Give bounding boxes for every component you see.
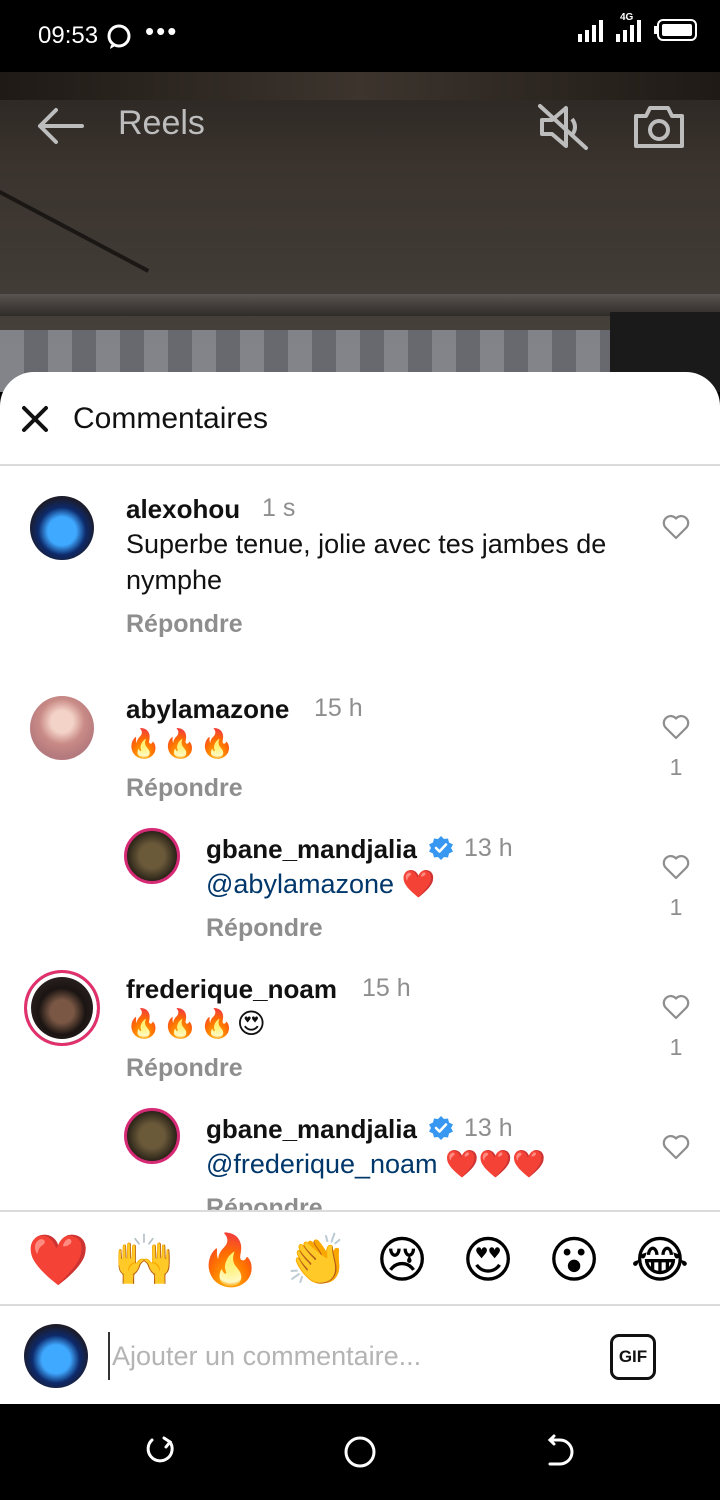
system-nav-bar bbox=[0, 1404, 720, 1500]
comment-text: @abylamazone ❤️ bbox=[206, 866, 435, 902]
avatar bbox=[24, 1324, 88, 1388]
comment-time: 13 h bbox=[464, 834, 513, 862]
close-icon[interactable] bbox=[18, 402, 52, 436]
comment-emoji: ❤️ bbox=[401, 869, 436, 899]
video-scenery bbox=[0, 175, 150, 273]
comment-input[interactable] bbox=[108, 1332, 578, 1380]
comment-text: Superbe tenue, jolie avec tes jambes de … bbox=[126, 526, 646, 598]
heart-icon[interactable] bbox=[662, 994, 690, 1020]
network-label: 4G bbox=[620, 12, 634, 23]
reply-button[interactable]: Répondre bbox=[126, 774, 243, 803]
comment-composer: GIF bbox=[0, 1308, 720, 1404]
comment-text: @frederique_noam ❤️❤️❤️ bbox=[206, 1146, 546, 1182]
avatar[interactable] bbox=[124, 1108, 180, 1164]
sheet-title: Commentaires bbox=[73, 402, 269, 435]
reaction-crying[interactable]: 😢 bbox=[372, 1230, 432, 1290]
heart-icon[interactable] bbox=[662, 854, 690, 880]
verified-badge-icon bbox=[428, 1115, 454, 1141]
reply-button[interactable]: Répondre bbox=[206, 1194, 323, 1210]
like-count: 1 bbox=[669, 1034, 683, 1060]
muted-speaker-icon[interactable] bbox=[536, 102, 590, 152]
camera-icon[interactable] bbox=[632, 104, 686, 150]
comment-time: 1 s bbox=[262, 494, 296, 522]
verified-badge-icon bbox=[428, 835, 454, 861]
sheet-header: Commentaires bbox=[0, 372, 720, 466]
comment-text-line: nymphe bbox=[126, 565, 223, 595]
mention-link[interactable]: @abylamazone bbox=[206, 869, 394, 899]
comment-username[interactable]: gbane_mandjalia bbox=[206, 834, 417, 865]
comment-item: abylamazone 15 h 🔥🔥🔥 Répondre 1 bbox=[0, 668, 720, 802]
like-count: 1 bbox=[669, 894, 683, 920]
battery-icon bbox=[654, 19, 698, 46]
comment-username[interactable]: frederique_noam bbox=[126, 974, 337, 1005]
quick-reactions-bar: ❤️ 🙌 🔥 👏 😢 😍 😮 😂 bbox=[0, 1210, 720, 1306]
comment-item: alexohou 1 s Superbe tenue, jolie avec t… bbox=[0, 468, 720, 668]
back-icon[interactable] bbox=[542, 1434, 578, 1470]
network-4g-icon: 4G bbox=[616, 12, 644, 47]
heart-icon[interactable] bbox=[662, 514, 690, 540]
chat-bubble-icon bbox=[106, 24, 132, 55]
reply-button[interactable]: Répondre bbox=[126, 610, 243, 639]
comment-time: 15 h bbox=[314, 694, 363, 722]
gif-button[interactable]: GIF bbox=[610, 1334, 656, 1380]
reaction-laughing[interactable]: 😂 bbox=[630, 1230, 690, 1290]
reaction-raised-hands[interactable]: 🙌 bbox=[113, 1230, 175, 1290]
comment-reply-item: gbane_mandjalia 13 h @frederique_noam ❤️… bbox=[0, 1088, 720, 1210]
mention-link[interactable]: @frederique_noam bbox=[206, 1149, 438, 1179]
comment-time: 15 h bbox=[362, 974, 411, 1002]
page-title: Reels bbox=[118, 104, 205, 142]
reaction-clap[interactable]: 👏 bbox=[286, 1230, 348, 1290]
comment-text: 🔥🔥🔥 bbox=[126, 728, 237, 759]
status-bar: 09:53 ••• 4G bbox=[0, 0, 720, 72]
heart-icon[interactable] bbox=[662, 714, 690, 740]
reaction-heart[interactable]: ❤️ bbox=[27, 1230, 89, 1290]
reaction-heart-eyes[interactable]: 😍 bbox=[458, 1230, 518, 1290]
reaction-fire[interactable]: 🔥 bbox=[199, 1230, 261, 1290]
comment-username[interactable]: gbane_mandjalia bbox=[206, 1114, 417, 1145]
reaction-surprised[interactable]: 😮 bbox=[544, 1230, 604, 1290]
comment-text: 🔥🔥🔥😍 bbox=[126, 1008, 268, 1039]
reply-button[interactable]: Répondre bbox=[206, 914, 323, 943]
reels-top-bar: Reels bbox=[0, 96, 720, 156]
signal-icon bbox=[578, 18, 606, 47]
comments-list[interactable]: alexohou 1 s Superbe tenue, jolie avec t… bbox=[0, 468, 720, 1210]
comment-username[interactable]: abylamazone bbox=[126, 694, 289, 725]
avatar[interactable] bbox=[30, 496, 94, 560]
comment-reply-item: gbane_mandjalia 13 h @abylamazone ❤️ Rép… bbox=[0, 808, 720, 948]
avatar[interactable] bbox=[124, 828, 180, 884]
comment-username[interactable]: alexohou bbox=[126, 494, 240, 525]
comment-item: frederique_noam 15 h 🔥🔥🔥😍 Répondre 1 bbox=[0, 948, 720, 1088]
comment-emoji: ❤️❤️❤️ bbox=[445, 1149, 546, 1179]
comment-text-line: Superbe tenue, jolie avec tes jambes de bbox=[126, 529, 607, 559]
avatar[interactable] bbox=[30, 696, 94, 760]
heart-icon[interactable] bbox=[662, 1134, 690, 1160]
home-icon[interactable] bbox=[342, 1434, 378, 1470]
status-time: 09:53 bbox=[38, 22, 99, 49]
like-count: 1 bbox=[669, 754, 683, 780]
comments-sheet: Commentaires alexohou 1 s Superbe tenue,… bbox=[0, 372, 720, 1404]
comment-time: 13 h bbox=[464, 1114, 513, 1142]
avatar[interactable] bbox=[24, 970, 100, 1046]
back-arrow-icon[interactable] bbox=[34, 104, 86, 148]
more-notifications-icon: ••• bbox=[145, 16, 179, 46]
reply-button[interactable]: Répondre bbox=[126, 1054, 243, 1083]
recent-apps-icon[interactable] bbox=[142, 1434, 178, 1470]
